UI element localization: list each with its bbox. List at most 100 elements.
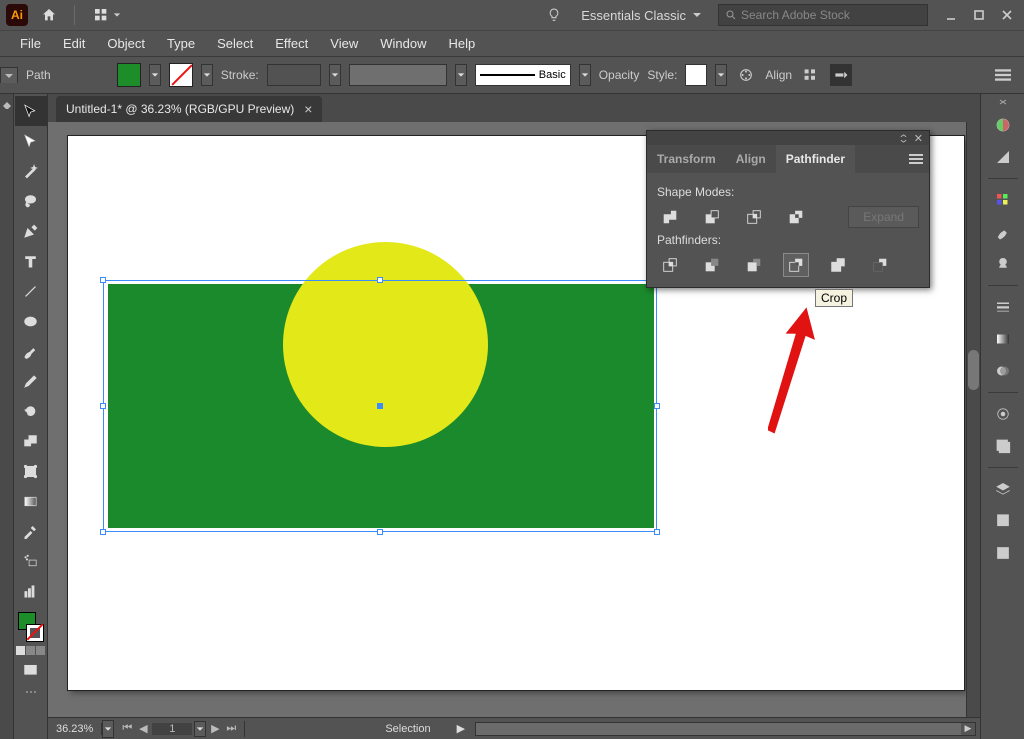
pathfinder-merge[interactable] (741, 253, 767, 277)
nav-prev-icon[interactable]: ◀ (136, 722, 150, 735)
gradient-tool[interactable] (15, 486, 47, 516)
brush-dropdown[interactable] (579, 64, 591, 86)
lasso-tool[interactable] (15, 186, 47, 216)
pathfinder-minus-back[interactable] (867, 253, 893, 277)
pathfinder-outline[interactable] (825, 253, 851, 277)
free-transform-tool[interactable] (15, 456, 47, 486)
artboard-dropdown[interactable] (194, 721, 206, 737)
variable-width-profile[interactable] (349, 64, 447, 86)
panel-collapse-icon[interactable] (899, 134, 908, 143)
type-tool[interactable] (15, 246, 47, 276)
pathfinder-trim[interactable] (699, 253, 725, 277)
document-tab[interactable]: Untitled-1* @ 36.23% (RGB/GPU Preview) × (56, 96, 322, 122)
graphic-style-dropdown[interactable] (715, 64, 727, 86)
pathfinder-crop[interactable] (783, 253, 809, 277)
window-close-button[interactable] (994, 4, 1020, 26)
artboards-panel-icon[interactable] (985, 538, 1021, 568)
color-guide-panel-icon[interactable] (985, 142, 1021, 172)
transform-panel-icon[interactable] (830, 64, 852, 86)
selection-handle[interactable] (100, 529, 106, 535)
stroke-weight-dropdown[interactable] (329, 64, 341, 86)
artboard-number[interactable]: 1 (152, 723, 192, 735)
pen-tool[interactable] (15, 216, 47, 246)
home-button[interactable] (36, 2, 62, 28)
rotate-tool[interactable] (15, 396, 47, 426)
zoom-dropdown[interactable] (102, 720, 114, 738)
menu-help[interactable]: Help (438, 32, 485, 55)
menu-object[interactable]: Object (97, 32, 155, 55)
selection-handle[interactable] (654, 529, 660, 535)
nav-first-icon[interactable]: ⏮ (120, 722, 134, 735)
menu-select[interactable]: Select (207, 32, 263, 55)
menu-edit[interactable]: Edit (53, 32, 95, 55)
ellipse-tool[interactable] (15, 306, 47, 336)
selection-tool[interactable] (15, 96, 47, 126)
selection-handle[interactable] (100, 277, 106, 283)
graphic-style-swatch[interactable] (685, 64, 707, 86)
fill-dropdown[interactable] (149, 64, 161, 86)
brush-definition[interactable]: Basic (475, 64, 571, 86)
line-segment-tool[interactable] (15, 276, 47, 306)
workspace-switcher[interactable]: Essentials Classic (575, 8, 708, 23)
fill-swatch[interactable] (117, 63, 141, 87)
panel-tab-pathfinder[interactable]: Pathfinder (776, 145, 855, 173)
panel-close-icon[interactable]: ✕ (914, 132, 923, 145)
menu-view[interactable]: View (320, 32, 368, 55)
vscroll-thumb[interactable] (968, 350, 979, 390)
status-play-icon[interactable]: ▶ (451, 722, 471, 735)
direct-selection-tool[interactable] (15, 126, 47, 156)
window-maximize-button[interactable] (966, 4, 992, 26)
horizontal-scrollbar[interactable]: ◀ ▶ (475, 722, 976, 736)
control-bar-menu-icon[interactable] (992, 64, 1014, 86)
left-expand-column[interactable] (0, 94, 14, 739)
artboard-navigation[interactable]: ⏮ ◀ 1 ▶ ⏭ (114, 721, 245, 737)
selection-handle[interactable] (654, 403, 660, 409)
selection-handle[interactable] (377, 277, 383, 283)
brushes-panel-icon[interactable] (985, 217, 1021, 247)
variable-width-dropdown[interactable] (455, 64, 467, 86)
magic-wand-tool[interactable] (15, 156, 47, 186)
draw-mode-buttons[interactable] (16, 646, 45, 655)
selection-bounding-box[interactable] (103, 280, 657, 532)
symbols-panel-icon[interactable] (985, 249, 1021, 279)
menu-type[interactable]: Type (157, 32, 205, 55)
align-panel-icon[interactable] (800, 64, 822, 86)
selection-center-handle[interactable] (377, 403, 383, 409)
arrange-documents-button[interactable] (87, 7, 127, 23)
menu-file[interactable]: File (10, 32, 51, 55)
document-tab-close-icon[interactable]: × (304, 101, 312, 117)
transparency-panel-icon[interactable] (985, 356, 1021, 386)
panel-tab-transform[interactable]: Transform (647, 145, 726, 173)
menu-window[interactable]: Window (370, 32, 436, 55)
recolor-artwork-icon[interactable] (735, 64, 757, 86)
discover-icon[interactable] (543, 4, 565, 26)
symbol-sprayer-tool[interactable] (15, 546, 47, 576)
shape-mode-exclude[interactable] (783, 205, 809, 229)
menu-effect[interactable]: Effect (265, 32, 318, 55)
stock-search[interactable] (718, 4, 928, 26)
gradient-panel-icon[interactable] (985, 324, 1021, 354)
stroke-panel-icon[interactable] (985, 292, 1021, 322)
appearance-panel-icon[interactable] (985, 399, 1021, 429)
selection-handle[interactable] (100, 403, 106, 409)
selection-handle[interactable] (377, 529, 383, 535)
scroll-right-icon[interactable]: ▶ (961, 723, 975, 735)
fill-stroke-control[interactable] (16, 610, 46, 644)
shape-mode-minus-front[interactable] (699, 205, 725, 229)
pathfinder-divide[interactable] (657, 253, 683, 277)
asset-export-panel-icon[interactable] (985, 506, 1021, 536)
stroke-weight-field[interactable] (267, 64, 321, 86)
panel-tab-align[interactable]: Align (726, 145, 776, 173)
stroke-dropdown[interactable] (201, 64, 213, 86)
control-bar-collapse[interactable] (0, 67, 18, 83)
screen-mode-button[interactable] (15, 655, 47, 685)
dock-collapse-grip[interactable] (981, 96, 1024, 108)
nav-last-icon[interactable]: ⏭ (224, 722, 238, 735)
swatches-panel-icon[interactable] (985, 185, 1021, 215)
stock-search-input[interactable] (741, 8, 921, 22)
paintbrush-tool[interactable] (15, 336, 47, 366)
expand-button[interactable]: Expand (848, 206, 919, 228)
eyedropper-tool[interactable] (15, 516, 47, 546)
scroll-thumb[interactable] (476, 723, 975, 735)
shape-mode-intersect[interactable] (741, 205, 767, 229)
